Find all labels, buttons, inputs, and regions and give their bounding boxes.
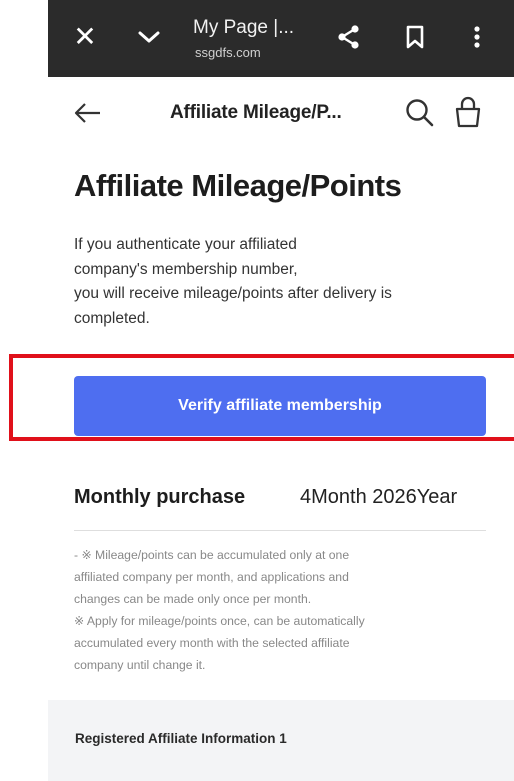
header-title: Affiliate Mileage/P... xyxy=(170,102,342,123)
close-icon[interactable]: ✕ xyxy=(70,22,100,52)
more-vertical-icon[interactable] xyxy=(462,22,492,52)
intro-line: completed. xyxy=(74,309,150,327)
verify-affiliate-membership-button[interactable]: Verify affiliate membership xyxy=(74,376,486,436)
note-line: changes can be made only once per month. xyxy=(74,592,312,606)
intro-text: If you authenticate your affiliated comp… xyxy=(74,233,504,331)
page-title: Affiliate Mileage/Points xyxy=(74,168,402,203)
shopping-bag-icon[interactable] xyxy=(453,95,483,129)
browser-url: ssgdfs.com xyxy=(195,45,261,60)
search-icon[interactable] xyxy=(404,97,436,129)
browser-toolbar: ✕ My Page |... ssgdfs.com xyxy=(48,0,514,77)
note-line: affiliated company per month, and applic… xyxy=(74,570,349,584)
browser-page-title: My Page |... xyxy=(193,17,295,38)
note-line: company until change it. xyxy=(74,658,206,672)
note-line: accumulated every month with the selecte… xyxy=(74,636,350,650)
registered-affiliate-section: Registered Affiliate Information 1 xyxy=(48,700,514,781)
share-icon[interactable] xyxy=(334,22,364,52)
note-line: ※ Apply for mileage/points once, can be … xyxy=(74,614,365,628)
app-header: Affiliate Mileage/P... xyxy=(48,77,514,149)
registered-affiliate-title: Registered Affiliate Information 1 xyxy=(75,731,287,746)
intro-line: company's membership number, xyxy=(74,260,298,278)
back-arrow-icon[interactable] xyxy=(72,99,104,127)
chevron-down-icon[interactable] xyxy=(134,22,164,52)
notes: - ※ Mileage/points can be accumulated on… xyxy=(74,544,494,676)
intro-line: you will receive mileage/points after de… xyxy=(74,285,392,302)
monthly-purchase-value[interactable]: 4Month 2026Year xyxy=(300,486,457,509)
note-line: - ※ Mileage/points can be accumulated on… xyxy=(74,548,350,562)
intro-line: If you authenticate your affiliated xyxy=(74,236,297,253)
monthly-purchase-label: Monthly purchase xyxy=(74,486,246,508)
bookmark-icon[interactable] xyxy=(400,22,430,52)
divider xyxy=(74,530,486,531)
